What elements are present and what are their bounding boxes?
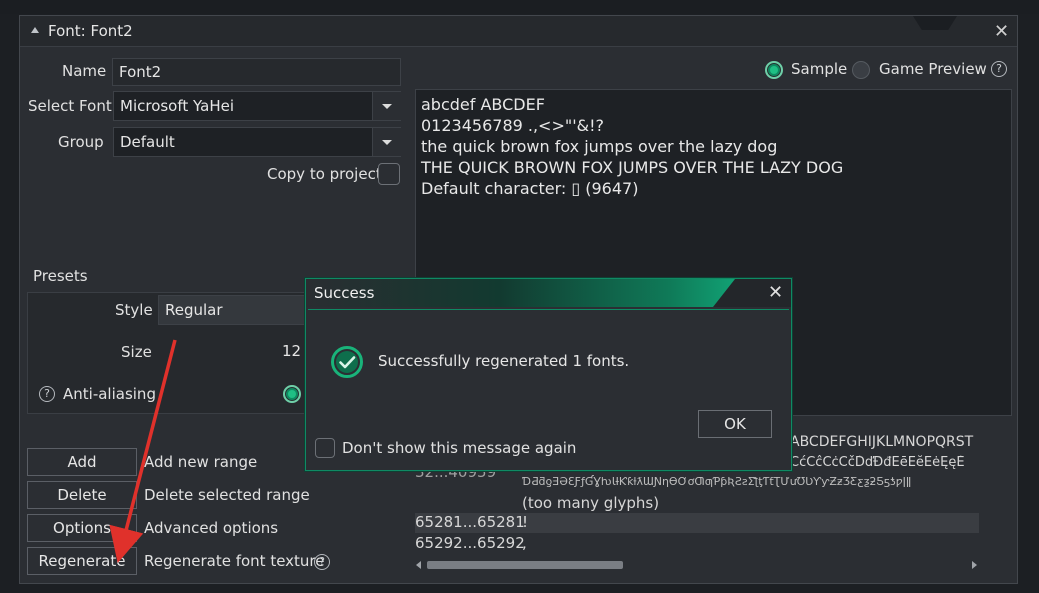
style-label: Style	[115, 301, 153, 319]
regenerate-button[interactable]: Regenerate	[27, 547, 137, 575]
chevron-down-icon	[382, 140, 392, 145]
close-icon[interactable]: ✕	[994, 21, 1009, 42]
preview-line: Default character: ▯ (9647)	[421, 179, 639, 198]
preview-line: abcdef ABCDEF	[421, 95, 545, 114]
presets-header: Presets	[33, 267, 88, 285]
anti-aliasing-label: Anti-aliasing	[63, 385, 156, 403]
game-preview-label: Game Preview	[879, 60, 987, 78]
range-glyphs: !	[522, 513, 529, 531]
size-input[interactable]: 12	[278, 337, 308, 367]
ok-button[interactable]: OK	[698, 410, 772, 438]
range-glyphs: ABCDEFGHIJKLMNOPQRST	[790, 434, 974, 450]
copy-to-project-label: Copy to project	[267, 165, 382, 183]
name-label: Name	[62, 62, 107, 80]
group-dropdown[interactable]: Default	[113, 127, 401, 157]
style-dropdown[interactable]: Regular	[158, 295, 308, 325]
horizontal-scrollbar[interactable]	[415, 558, 979, 571]
chevron-down-icon	[382, 104, 392, 109]
preview-line: 0123456789 .,<>"'&!?	[421, 116, 605, 135]
options-button[interactable]: Options	[27, 514, 137, 542]
range-glyphs: ƊƋƌƍƎƏƐƑƒƓƔƕƖƗƘƙƚƛƜƝƞƟƠơƢƣƤƥƦƧƨƩƪƫƬƭƮƯưƱ…	[522, 475, 912, 488]
copy-to-project-checkbox[interactable]	[378, 163, 400, 185]
check-circle-icon	[331, 346, 363, 378]
table-row[interactable]: 65281...65281 !	[415, 513, 979, 533]
group-label: Group	[58, 133, 104, 151]
regenerate-description: Regenerate font texture	[144, 552, 325, 570]
success-dialog: Success ✕ Successfully regenerated 1 fon…	[305, 278, 792, 471]
scroll-left-icon[interactable]	[416, 561, 421, 569]
group-value: Default	[120, 133, 175, 151]
options-description: Advanced options	[144, 519, 279, 537]
game-preview-radio[interactable]	[852, 61, 870, 79]
style-value: Regular	[165, 301, 223, 319]
sample-radio[interactable]	[765, 61, 783, 79]
add-description: Add new range	[144, 453, 258, 471]
dialog-message: Successfully regenerated 1 fonts.	[378, 352, 630, 370]
anti-aliasing-radio[interactable]	[283, 385, 301, 403]
range-label: 65281...65281	[415, 513, 525, 531]
select-font-dropdown[interactable]: Microsoft YaHei	[113, 91, 401, 121]
close-icon[interactable]: ✕	[768, 282, 783, 303]
add-button[interactable]: Add	[27, 448, 137, 476]
select-font-value: Microsoft YaHei	[120, 97, 234, 115]
select-font-dropdown-button[interactable]	[372, 92, 401, 120]
window-title: Font: Font2	[48, 22, 133, 40]
window-titlebar: Font: Font2 ✕	[20, 16, 1017, 47]
range-glyphs: ,	[522, 534, 527, 552]
dont-show-checkbox[interactable]	[315, 438, 335, 458]
outer-background	[0, 0, 1039, 14]
preview-line: the quick brown fox jumps over the lazy …	[421, 137, 778, 156]
help-icon[interactable]: ?	[314, 554, 330, 570]
scroll-right-icon[interactable]	[972, 561, 977, 569]
help-icon[interactable]: ?	[39, 386, 55, 402]
name-input[interactable]: Font2	[112, 58, 401, 86]
range-glyphs: ĆćĈĉĊċČčĎďĐđĒēĔĕĖėĘęĚ	[790, 455, 965, 470]
collapse-icon[interactable]	[31, 27, 39, 33]
help-icon[interactable]: ?	[991, 61, 1007, 77]
delete-description: Delete selected range	[144, 486, 310, 504]
too-many-glyphs: (too many glyphs)	[522, 494, 660, 512]
delete-button[interactable]: Delete	[27, 481, 137, 509]
table-row[interactable]: 65292...65292 ,	[415, 534, 979, 554]
dialog-title: Success	[314, 284, 375, 302]
select-font-label: Select Font	[28, 97, 112, 115]
group-dropdown-button[interactable]	[372, 128, 401, 156]
range-label: 65292...65292	[415, 534, 525, 552]
dont-show-label: Don't show this message again	[342, 439, 577, 457]
size-label: Size	[121, 343, 152, 361]
scrollbar-thumb[interactable]	[427, 561, 623, 569]
preview-line: THE QUICK BROWN FOX JUMPS OVER THE LAZY …	[421, 158, 844, 177]
sample-label: Sample	[791, 60, 848, 78]
